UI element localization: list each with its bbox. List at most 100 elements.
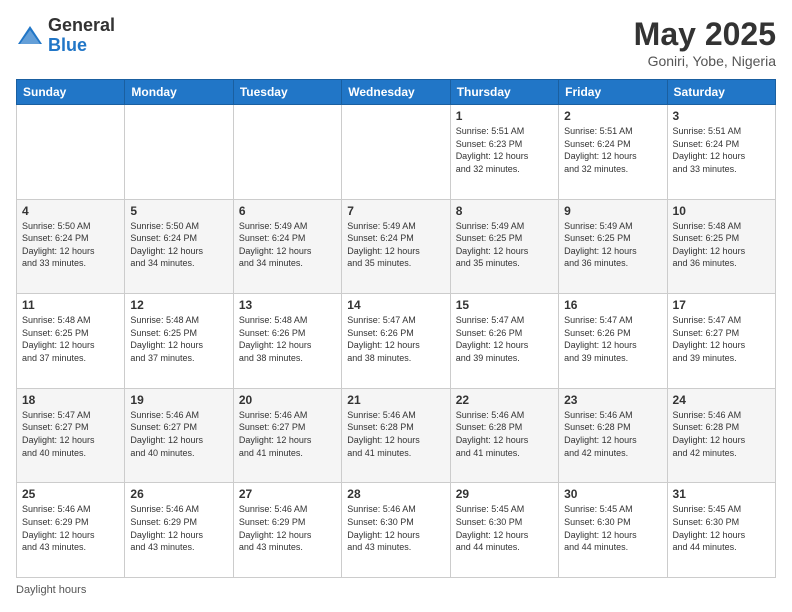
day-number: 2 [564,109,661,123]
day-info: Sunrise: 5:47 AM Sunset: 6:26 PM Dayligh… [564,314,661,364]
day-number: 13 [239,298,336,312]
day-number: 3 [673,109,770,123]
calendar-cell: 5Sunrise: 5:50 AM Sunset: 6:24 PM Daylig… [125,199,233,294]
day-info: Sunrise: 5:51 AM Sunset: 6:23 PM Dayligh… [456,125,553,175]
calendar-cell: 18 Sunrise: 5:47 AM Sunset: 6:27 PM Dayli… [17,388,125,483]
title-block: May 2025 Goniri, Yobe, Nigeria [634,16,776,69]
logo-text: General Blue [48,16,115,56]
weekday-row: SundayMondayTuesdayWednesdayThursdayFrid… [17,80,776,105]
day-info: Sunrise: 5:46 AM Sunset: 6:29 PM Dayligh… [130,503,227,553]
day-number: 26 [130,487,227,501]
calendar-cell: 21Sunrise: 5:46 AM Sunset: 6:28 PM Dayli… [342,388,450,483]
day-number: 14 [347,298,444,312]
calendar-cell: 22Sunrise: 5:46 AM Sunset: 6:28 PM Dayli… [450,388,558,483]
logo-icon [16,22,44,50]
day-number: 30 [564,487,661,501]
day-info: Sunrise: 5:45 AM Sunset: 6:30 PM Dayligh… [456,503,553,553]
calendar-cell: 30Sunrise: 5:45 AM Sunset: 6:30 PM Dayli… [559,483,667,578]
calendar-cell: 3 Sunrise: 5:51 AM Sunset: 6:24 PM Daylig… [667,105,775,200]
day-number: 16 [564,298,661,312]
calendar-cell: 17 Sunrise: 5:47 AM Sunset: 6:27 PM Dayli… [667,294,775,389]
month-title: May 2025 [634,16,776,53]
calendar-cell: 6Sunrise: 5:49 AM Sunset: 6:24 PM Daylig… [233,199,341,294]
header: General Blue May 2025 Goniri, Yobe, Nige… [16,16,776,69]
week-row-3: 11 Sunrise: 5:48 AM Sunset: 6:25 PM Dayli… [17,294,776,389]
logo: General Blue [16,16,115,56]
day-number: 4 [22,204,119,218]
calendar-cell: 2 Sunrise: 5:51 AM Sunset: 6:24 PM Daylig… [559,105,667,200]
day-number: 7 [347,204,444,218]
calendar-body: 1 Sunrise: 5:51 AM Sunset: 6:23 PM Daylig… [17,105,776,578]
day-info: Sunrise: 5:46 AM Sunset: 6:28 PM Dayligh… [564,409,661,459]
calendar-cell: 26 Sunrise: 5:46 AM Sunset: 6:29 PM Dayli… [125,483,233,578]
weekday-header-sunday: Sunday [17,80,125,105]
week-row-1: 1 Sunrise: 5:51 AM Sunset: 6:23 PM Daylig… [17,105,776,200]
day-number: 15 [456,298,553,312]
weekday-header-monday: Monday [125,80,233,105]
weekday-header-saturday: Saturday [667,80,775,105]
weekday-header-tuesday: Tuesday [233,80,341,105]
day-number: 11 [22,298,119,312]
calendar-cell: 11 Sunrise: 5:48 AM Sunset: 6:25 PM Dayli… [17,294,125,389]
day-info: Sunrise: 5:46 AM Sunset: 6:27 PM Dayligh… [130,409,227,459]
day-number: 29 [456,487,553,501]
day-info: Sunrise: 5:49 AM Sunset: 6:24 PM Dayligh… [347,220,444,270]
calendar-cell: 15 Sunrise: 5:47 AM Sunset: 6:26 PM Dayli… [450,294,558,389]
day-number: 23 [564,393,661,407]
calendar-cell: 28 Sunrise: 5:46 AM Sunset: 6:30 PM Dayli… [342,483,450,578]
day-number: 19 [130,393,227,407]
day-number: 28 [347,487,444,501]
day-info: Sunrise: 5:51 AM Sunset: 6:24 PM Dayligh… [673,125,770,175]
daylight-label: Daylight hours [16,584,86,596]
calendar-cell: 31Sunrise: 5:45 AM Sunset: 6:30 PM Dayli… [667,483,775,578]
calendar-cell [233,105,341,200]
calendar-cell: 20Sunrise: 5:46 AM Sunset: 6:27 PM Dayli… [233,388,341,483]
day-number: 20 [239,393,336,407]
day-info: Sunrise: 5:47 AM Sunset: 6:27 PM Dayligh… [22,409,119,459]
day-info: Sunrise: 5:48 AM Sunset: 6:26 PM Dayligh… [239,314,336,364]
day-number: 8 [456,204,553,218]
day-info: Sunrise: 5:50 AM Sunset: 6:24 PM Dayligh… [22,220,119,270]
day-info: Sunrise: 5:48 AM Sunset: 6:25 PM Dayligh… [22,314,119,364]
calendar-cell: 16 Sunrise: 5:47 AM Sunset: 6:26 PM Dayli… [559,294,667,389]
calendar-cell: 19 Sunrise: 5:46 AM Sunset: 6:27 PM Dayli… [125,388,233,483]
day-number: 9 [564,204,661,218]
week-row-2: 4 Sunrise: 5:50 AM Sunset: 6:24 PM Daylig… [17,199,776,294]
day-info: Sunrise: 5:45 AM Sunset: 6:30 PM Dayligh… [673,503,770,553]
day-info: Sunrise: 5:46 AM Sunset: 6:29 PM Dayligh… [239,503,336,553]
calendar-header: SundayMondayTuesdayWednesdayThursdayFrid… [17,80,776,105]
calendar-cell: 4 Sunrise: 5:50 AM Sunset: 6:24 PM Daylig… [17,199,125,294]
calendar-cell: 1 Sunrise: 5:51 AM Sunset: 6:23 PM Daylig… [450,105,558,200]
logo-general: General [48,15,115,35]
calendar: SundayMondayTuesdayWednesdayThursdayFrid… [16,79,776,578]
day-info: Sunrise: 5:46 AM Sunset: 6:30 PM Dayligh… [347,503,444,553]
page: General Blue May 2025 Goniri, Yobe, Nige… [0,0,792,612]
day-info: Sunrise: 5:50 AM Sunset: 6:24 PM Dayligh… [130,220,227,270]
day-info: Sunrise: 5:47 AM Sunset: 6:27 PM Dayligh… [673,314,770,364]
week-row-5: 25Sunrise: 5:46 AM Sunset: 6:29 PM Dayli… [17,483,776,578]
day-number: 12 [130,298,227,312]
day-number: 24 [673,393,770,407]
day-info: Sunrise: 5:46 AM Sunset: 6:29 PM Dayligh… [22,503,119,553]
calendar-cell: 27 Sunrise: 5:46 AM Sunset: 6:29 PM Dayli… [233,483,341,578]
day-number: 17 [673,298,770,312]
day-number: 1 [456,109,553,123]
day-number: 27 [239,487,336,501]
calendar-cell [125,105,233,200]
calendar-cell: 29 Sunrise: 5:45 AM Sunset: 6:30 PM Dayli… [450,483,558,578]
day-info: Sunrise: 5:51 AM Sunset: 6:24 PM Dayligh… [564,125,661,175]
calendar-cell: 23 Sunrise: 5:46 AM Sunset: 6:28 PM Dayli… [559,388,667,483]
day-info: Sunrise: 5:49 AM Sunset: 6:25 PM Dayligh… [456,220,553,270]
day-info: Sunrise: 5:49 AM Sunset: 6:25 PM Dayligh… [564,220,661,270]
day-info: Sunrise: 5:49 AM Sunset: 6:24 PM Dayligh… [239,220,336,270]
day-info: Sunrise: 5:47 AM Sunset: 6:26 PM Dayligh… [347,314,444,364]
location: Goniri, Yobe, Nigeria [634,53,776,69]
week-row-4: 18 Sunrise: 5:47 AM Sunset: 6:27 PM Dayli… [17,388,776,483]
day-info: Sunrise: 5:47 AM Sunset: 6:26 PM Dayligh… [456,314,553,364]
calendar-cell: 12Sunrise: 5:48 AM Sunset: 6:25 PM Dayli… [125,294,233,389]
calendar-cell [17,105,125,200]
day-number: 18 [22,393,119,407]
calendar-cell [342,105,450,200]
day-info: Sunrise: 5:46 AM Sunset: 6:28 PM Dayligh… [456,409,553,459]
calendar-cell: 7 Sunrise: 5:49 AM Sunset: 6:24 PM Daylig… [342,199,450,294]
